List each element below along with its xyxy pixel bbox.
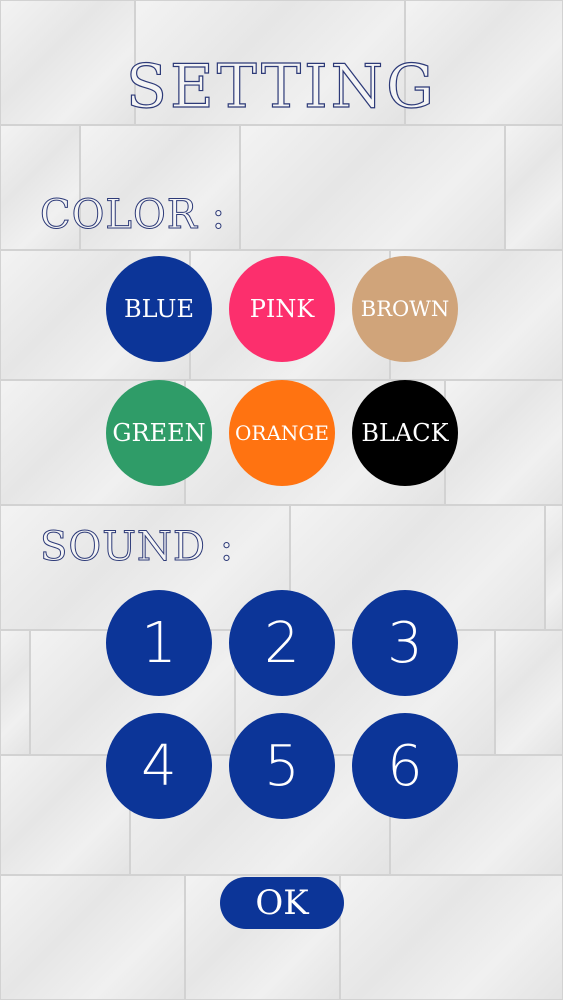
color-section-label: COLOR : <box>39 192 227 239</box>
sound-option-6[interactable]: 6 <box>352 713 458 819</box>
page-title: SETTING <box>125 51 438 122</box>
sound-option-1[interactable]: 1 <box>106 590 212 696</box>
stone-wall-background <box>0 0 563 1000</box>
color-option-blue[interactable]: BLUE <box>106 256 212 362</box>
sound-option-2[interactable]: 2 <box>229 590 335 696</box>
sound-section-label: SOUND : <box>39 524 235 571</box>
sound-option-4[interactable]: 4 <box>106 713 212 819</box>
color-option-pink[interactable]: PINK <box>229 256 335 362</box>
color-option-black[interactable]: BLACK <box>352 380 458 486</box>
ok-button[interactable]: OK <box>220 877 344 929</box>
color-option-green[interactable]: GREEN <box>106 380 212 486</box>
sound-option-5[interactable]: 5 <box>229 713 335 819</box>
color-option-brown[interactable]: BROWN <box>352 256 458 362</box>
color-option-orange[interactable]: ORANGE <box>229 380 335 486</box>
sound-option-3[interactable]: 3 <box>352 590 458 696</box>
